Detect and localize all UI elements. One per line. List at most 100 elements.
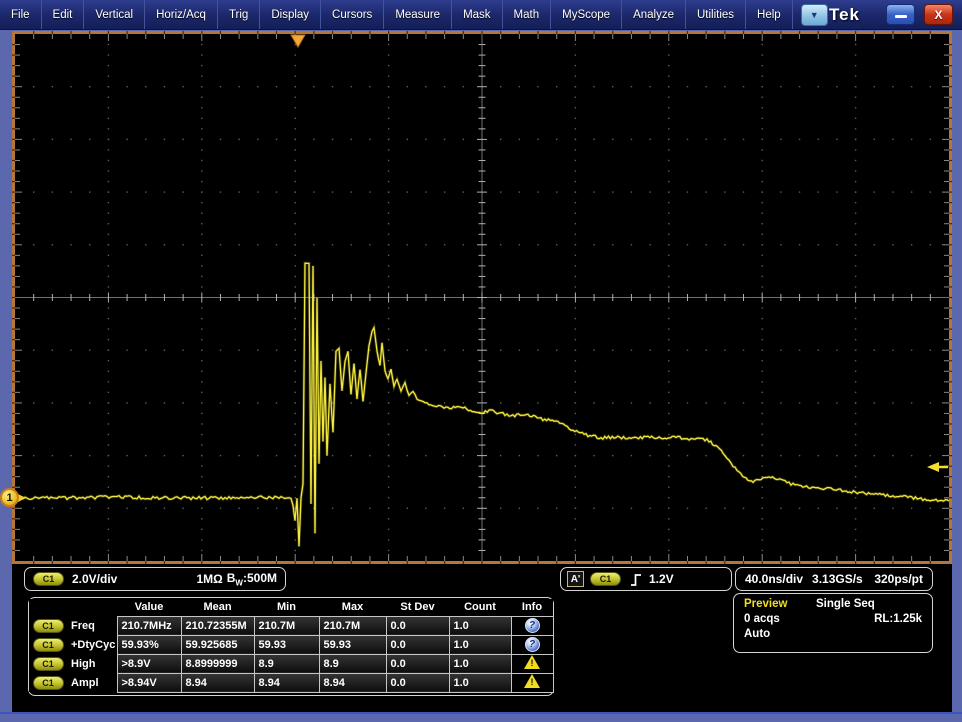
timebase-value: 40.0ns/div xyxy=(745,572,803,586)
rising-edge-icon xyxy=(629,571,644,588)
measurement-header-spacer xyxy=(29,599,67,616)
measurement-value-cell: 0.0 xyxy=(386,673,449,692)
trigger-mode: Auto xyxy=(744,628,816,640)
measurement-value-cell: 1.0 xyxy=(449,654,511,673)
measurement-row-ampl: C1Ampl>8.94V8.948.948.940.01.0! xyxy=(29,673,553,692)
measurement-value-cell: 59.93 xyxy=(319,635,386,654)
acq-empty-cell xyxy=(816,628,922,640)
measurement-value-cell: 8.9 xyxy=(254,654,319,673)
menu-item-myscope[interactable]: MyScope xyxy=(551,0,622,29)
measurement-value-cell: >8.94V xyxy=(117,673,181,692)
trigger-source-badge: A' xyxy=(567,571,584,587)
measurement-header-spacer xyxy=(67,599,117,616)
input-impedance: 1MΩ xyxy=(196,572,222,586)
measurement-header-row: ValueMeanMinMaxSt DevCountInfo xyxy=(29,599,553,616)
close-button[interactable]: X xyxy=(924,4,953,25)
measurement-name: Ampl xyxy=(67,673,117,692)
menu-item-file[interactable]: File xyxy=(0,0,42,29)
minimize-button[interactable] xyxy=(886,4,915,25)
measurement-col-header: Mean xyxy=(181,599,254,616)
menu-item-cursors[interactable]: Cursors xyxy=(321,0,384,29)
measurement-value-cell: 0.0 xyxy=(386,654,449,673)
measurement-value-cell: 210.7M xyxy=(254,616,319,635)
menu-bar: FileEditVerticalHoriz/AcqTrigDisplayCurs… xyxy=(0,0,962,30)
menu-item-math[interactable]: Math xyxy=(503,0,552,29)
bottom-edge-divider xyxy=(0,712,962,714)
measurement-value-cell: 210.7M xyxy=(319,616,386,635)
channel-badge: C1 xyxy=(33,676,64,690)
menu-item-help[interactable]: Help xyxy=(746,0,793,29)
measurement-channel-cell: C1 xyxy=(29,616,67,635)
channel-badge: C1 xyxy=(33,638,64,652)
trigger-level-value: 1.2V xyxy=(649,572,674,586)
measurement-value-cell: 8.94 xyxy=(319,673,386,692)
menu-item-display[interactable]: Display xyxy=(260,0,321,29)
measurement-value-cell: 8.9 xyxy=(319,654,386,673)
menu-item-utilities[interactable]: Utilities xyxy=(686,0,746,29)
measurement-value-cell: 8.94 xyxy=(181,673,254,692)
measurement-value-cell: 59.93% xyxy=(117,635,181,654)
menu-item-trig[interactable]: Trig xyxy=(218,0,260,29)
minimize-icon xyxy=(895,15,907,18)
vertical-scale: 2.0V/div xyxy=(72,572,117,586)
channel-readout[interactable]: C1 2.0V/div 1MΩ BW:500M xyxy=(24,567,286,591)
measurement-col-header: Max xyxy=(319,599,386,616)
info-question-icon[interactable]: ? xyxy=(525,618,540,633)
acquisition-count: 0 acqs xyxy=(744,613,816,625)
menu-item-vertical[interactable]: Vertical xyxy=(84,0,145,29)
trigger-channel-badge: C1 xyxy=(590,572,621,586)
measurement-value-cell: 0.0 xyxy=(386,616,449,635)
channel-badge: C1 xyxy=(33,572,64,586)
measurement-value-cell: >8.9V xyxy=(117,654,181,673)
measurement-value-cell: 0.0 xyxy=(386,635,449,654)
measurement-value-cell: 59.93 xyxy=(254,635,319,654)
menu-item-measure[interactable]: Measure xyxy=(384,0,452,29)
measurement-channel-cell: C1 xyxy=(29,635,67,654)
measurement-table: ValueMeanMinMaxSt DevCountInfo C1Freq210… xyxy=(29,599,554,693)
menu-item-mask[interactable]: Mask xyxy=(452,0,502,29)
measurement-value-cell: 59.925685 xyxy=(181,635,254,654)
warning-icon[interactable]: ! xyxy=(523,674,541,689)
measurement-row-dtycyc: C1+DtyCyc59.93%59.92568559.9359.930.01.0… xyxy=(29,635,553,654)
measurement-value-cell: 8.94 xyxy=(254,673,319,692)
measurement-name: +DtyCyc xyxy=(67,635,117,654)
measurement-col-header: Info xyxy=(511,599,553,616)
measurement-value-cell: 210.7MHz xyxy=(117,616,181,635)
measurement-table-box: ValueMeanMinMaxSt DevCountInfo C1Freq210… xyxy=(28,597,554,696)
measurement-name: Freq xyxy=(67,616,117,635)
menu-item-edit[interactable]: Edit xyxy=(42,0,85,29)
horizontal-readout[interactable]: 40.0ns/div 3.13GS/s 320ps/pt xyxy=(735,567,933,591)
trigger-readout[interactable]: A' C1 1.2V xyxy=(560,567,732,591)
measurement-info-cell: ! xyxy=(511,654,553,673)
menu-item-horiz-acq[interactable]: Horiz/Acq xyxy=(145,0,218,29)
channel-badge: C1 xyxy=(33,657,64,671)
tek-logo: Tek xyxy=(829,5,860,25)
readout-panel: C1 2.0V/div 1MΩ BW:500M A' C1 1.2V 40.0n… xyxy=(12,564,952,712)
info-question-icon[interactable]: ? xyxy=(525,637,540,652)
acquisition-status-box[interactable]: Preview Single Seq 0 acqs RL:1.25k Auto xyxy=(733,593,933,653)
measurement-value-cell: 1.0 xyxy=(449,673,511,692)
waveform-display[interactable] xyxy=(12,31,952,564)
graticule-canvas xyxy=(12,31,952,564)
measurement-value-cell: 1.0 xyxy=(449,635,511,654)
measurement-channel-cell: C1 xyxy=(29,654,67,673)
oscilloscope-screen: { "window": { "brand": "Tek", "close_gly… xyxy=(0,0,962,722)
acquisition-mode: Single Seq xyxy=(816,598,922,610)
bandwidth-readout: BW:500M xyxy=(227,571,277,587)
menu-items: FileEditVerticalHoriz/AcqTrigDisplayCurs… xyxy=(0,0,793,29)
measurement-info-cell: ! xyxy=(511,673,553,692)
measurement-col-header: Value xyxy=(117,599,181,616)
record-length: RL:1.25k xyxy=(816,613,922,625)
measurement-info-cell: ? xyxy=(511,635,553,654)
measurement-row-freq: C1Freq210.7MHz210.72355M210.7M210.7M0.01… xyxy=(29,616,553,635)
sample-rate-value: 3.13GS/s xyxy=(812,572,863,586)
channel1-reference-marker[interactable]: 1 xyxy=(0,488,19,507)
menu-dropdown-button[interactable]: ▼ xyxy=(801,4,828,26)
measurement-value-cell: 210.72355M xyxy=(181,616,254,635)
measurement-value-cell: 1.0 xyxy=(449,616,511,635)
warning-icon[interactable]: ! xyxy=(523,655,541,670)
measurement-value-cell: 8.8999999 xyxy=(181,654,254,673)
channel-badge: C1 xyxy=(33,619,64,633)
menu-item-analyze[interactable]: Analyze xyxy=(622,0,686,29)
measurement-row-high: C1High>8.9V8.89999998.98.90.01.0! xyxy=(29,654,553,673)
